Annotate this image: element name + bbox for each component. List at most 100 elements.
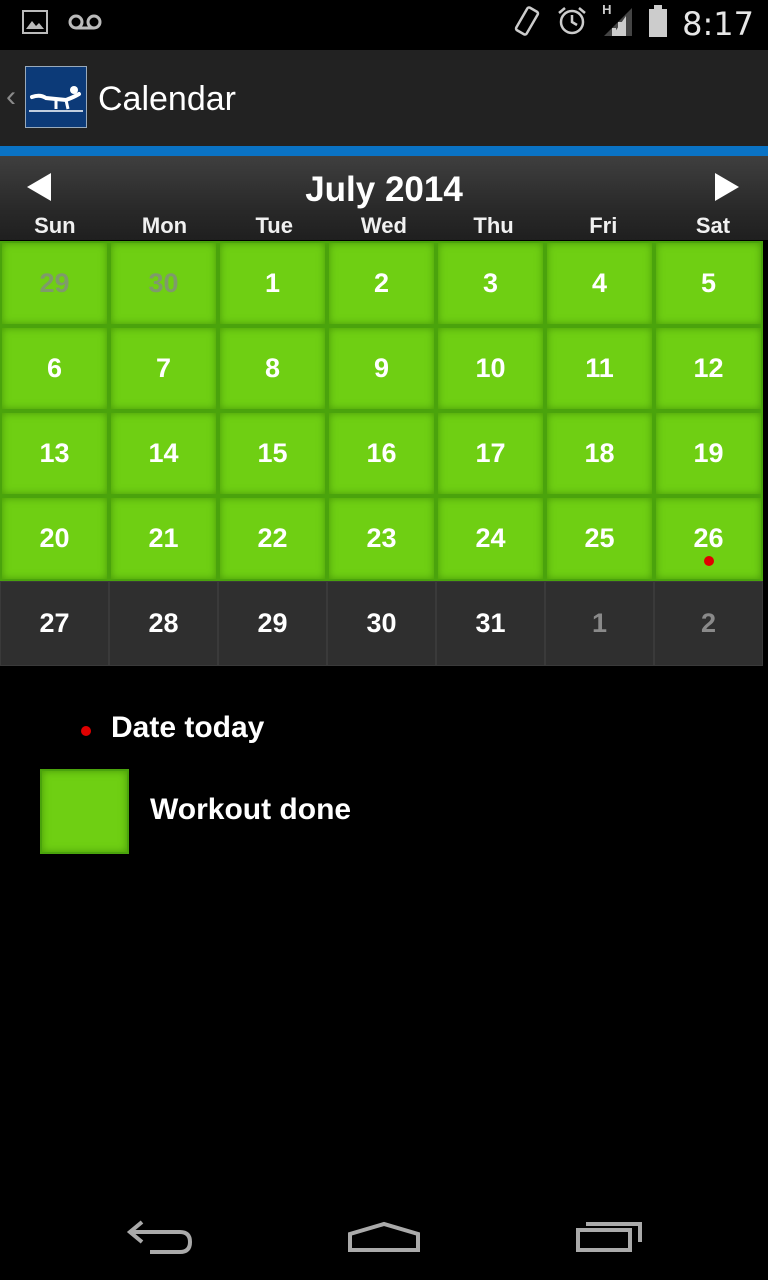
day-cell[interactable]: 20 <box>0 496 109 581</box>
day-cell[interactable]: 6 <box>0 326 109 411</box>
day-number: 1 <box>591 608 608 638</box>
weekday-label: Mon <box>141 213 188 238</box>
day-number: 31 <box>475 608 506 638</box>
day-cell[interactable]: 22 <box>218 496 327 581</box>
today-marker-icon <box>81 726 91 736</box>
vibrate-icon <box>512 4 542 43</box>
day-cell[interactable]: 2 <box>327 241 436 326</box>
day-number: 1 <box>264 268 281 298</box>
image-icon <box>22 10 48 39</box>
weekday-label: Wed <box>360 213 407 238</box>
day-number: 6 <box>46 353 63 383</box>
day-cell[interactable]: 18 <box>545 411 654 496</box>
weekday-label: Sun <box>34 213 76 238</box>
day-number: 10 <box>475 353 506 383</box>
workout-done-swatch <box>40 769 129 854</box>
action-bar: ‹ Calendar <box>0 50 768 146</box>
accent-divider <box>0 146 768 156</box>
weekday-label: Tue <box>255 213 293 238</box>
day-number: 5 <box>700 268 717 298</box>
day-number: 24 <box>475 523 506 553</box>
weekday-label: Sat <box>695 213 731 238</box>
voicemail-icon <box>68 13 102 36</box>
battery-icon <box>648 4 668 43</box>
day-number: 26 <box>693 523 724 553</box>
day-cell[interactable]: 27 <box>0 581 109 666</box>
day-number: 21 <box>148 523 179 553</box>
weekday-label: Thu <box>473 213 514 238</box>
next-month-icon[interactable] <box>715 173 739 201</box>
weekday-row: Sun Mon Tue Wed Thu Fri Sat <box>0 213 768 239</box>
day-cell[interactable]: 14 <box>109 411 218 496</box>
up-chevron-icon[interactable]: ‹ <box>6 80 16 114</box>
day-cell[interactable]: 15 <box>218 411 327 496</box>
day-cell[interactable]: 12 <box>654 326 763 411</box>
day-cell[interactable]: 5 <box>654 241 763 326</box>
day-number: 11 <box>585 353 614 383</box>
day-number: 20 <box>39 523 70 553</box>
day-cell[interactable]: 13 <box>0 411 109 496</box>
day-cell[interactable]: 29 <box>218 581 327 666</box>
day-number: 3 <box>482 268 499 298</box>
day-number: 15 <box>257 438 288 468</box>
day-cell[interactable]: 29 <box>0 241 109 326</box>
back-icon[interactable] <box>120 1210 200 1260</box>
day-number: 2 <box>373 268 390 298</box>
day-number: 29 <box>257 608 288 638</box>
day-number: 13 <box>39 438 70 468</box>
recent-apps-icon[interactable] <box>572 1210 652 1260</box>
alarm-icon <box>556 5 588 42</box>
day-cell[interactable]: 28 <box>109 581 218 666</box>
day-number: 7 <box>155 353 172 383</box>
home-icon[interactable] <box>344 1210 424 1260</box>
day-number: 27 <box>39 608 70 638</box>
day-cell[interactable]: 25 <box>545 496 654 581</box>
day-cell[interactable]: 8 <box>218 326 327 411</box>
day-cell[interactable]: 10 <box>436 326 545 411</box>
day-number: 17 <box>475 438 506 468</box>
day-number: 16 <box>366 438 397 468</box>
day-number: 2 <box>700 608 717 638</box>
day-cell[interactable]: 30 <box>327 581 436 666</box>
day-cell[interactable]: 4 <box>545 241 654 326</box>
day-number: 28 <box>148 608 179 638</box>
network-type-label: H <box>602 2 612 17</box>
signal-icon: H <box>602 2 634 43</box>
page-title: Calendar <box>98 80 236 118</box>
day-cell[interactable]: 1 <box>545 581 654 666</box>
day-cell[interactable]: 9 <box>327 326 436 411</box>
calendar-header: July 2014 Sun Mon Tue Wed Thu Fri Sat <box>0 156 768 240</box>
day-cell[interactable]: 26 <box>654 496 763 581</box>
day-cell[interactable]: 23 <box>327 496 436 581</box>
status-bar: H 8:17 <box>0 0 768 50</box>
day-number: 18 <box>584 438 615 468</box>
day-cell[interactable]: 19 <box>654 411 763 496</box>
day-number: 22 <box>257 523 288 553</box>
day-number: 9 <box>373 353 390 383</box>
day-cell[interactable]: 24 <box>436 496 545 581</box>
day-number: 12 <box>693 353 724 383</box>
day-cell[interactable]: 1 <box>218 241 327 326</box>
day-number: 19 <box>693 438 724 468</box>
day-cell[interactable]: 21 <box>109 496 218 581</box>
day-cell[interactable]: 16 <box>327 411 436 496</box>
day-cell[interactable]: 7 <box>109 326 218 411</box>
today-marker-icon <box>703 556 714 566</box>
pushup-logo-icon[interactable] <box>25 66 87 128</box>
day-cell[interactable]: 11 <box>545 326 654 411</box>
day-cell[interactable]: 17 <box>436 411 545 496</box>
day-cell[interactable]: 3 <box>436 241 545 326</box>
day-cell[interactable]: 31 <box>436 581 545 666</box>
day-number: 29 <box>39 268 70 298</box>
day-number: 23 <box>366 523 397 553</box>
weekday-label: Fri <box>589 213 618 238</box>
month-title: July 2014 <box>305 170 463 209</box>
day-cell[interactable]: 30 <box>109 241 218 326</box>
day-number: 4 <box>591 268 608 298</box>
day-number: 14 <box>148 438 179 468</box>
clock: 8:17 <box>682 4 754 43</box>
legend-done-label: Workout done <box>150 793 352 826</box>
day-number: 30 <box>148 268 179 298</box>
day-cell[interactable]: 2 <box>654 581 763 666</box>
day-number: 30 <box>366 608 397 638</box>
